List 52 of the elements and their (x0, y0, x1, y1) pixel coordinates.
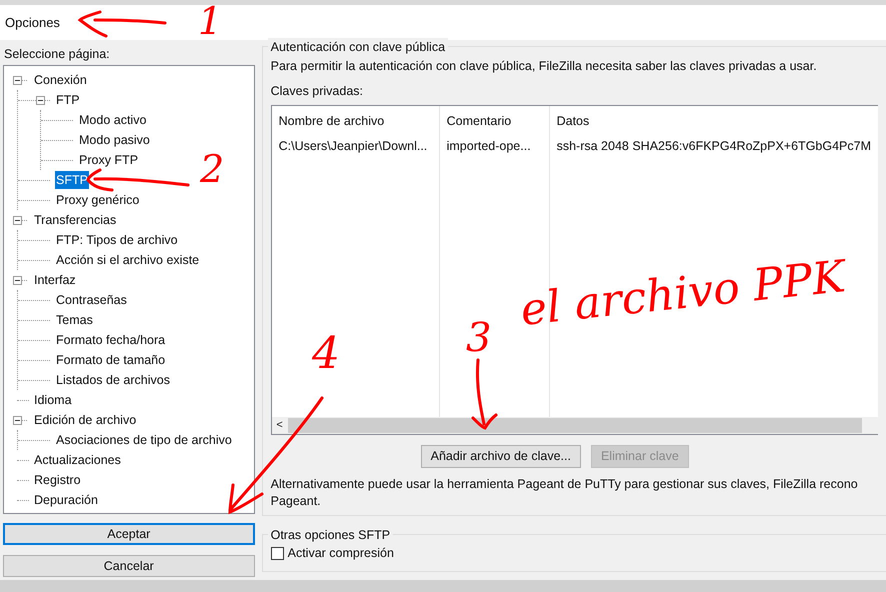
sidebar-label: Seleccione página: (3, 46, 111, 63)
window-title: Opciones (5, 14, 60, 32)
handwritten-note: 2 (200, 150, 224, 188)
checkbox[interactable] (270, 546, 284, 560)
tree-item[interactable]: Actualizaciones (33, 451, 122, 469)
collapse-icon[interactable] (13, 276, 22, 284)
tree-item[interactable]: Edición de archivo (33, 411, 138, 429)
tree-item[interactable]: Depuración (33, 491, 99, 509)
column-header[interactable]: Datos (550, 106, 878, 136)
description-text: Para permitir la autenticación con clave pública, FileZilla necesita saber las claves privadas a usar. (270, 58, 818, 75)
column-header[interactable]: Nombre de archivo (272, 106, 439, 136)
dialog-button[interactable]: Aceptar (3, 523, 255, 545)
tree-item[interactable]: Conexión (33, 71, 88, 89)
tree-item[interactable]: FTP (55, 91, 81, 109)
tree-item[interactable]: Formato fecha/hora (55, 331, 166, 349)
key-button[interactable]: Añadir archivo de clave... (420, 445, 581, 468)
handwritten-note: 1 (198, 2, 222, 40)
scroll-arrow[interactable]: < (272, 417, 288, 434)
tree-item[interactable]: FTP: Tipos de archivo (55, 231, 179, 249)
column-header[interactable]: Comentario (440, 106, 549, 136)
handwritten-note: el archivo PPK (518, 255, 848, 333)
tree-item[interactable]: Idioma (33, 391, 73, 409)
tree-item[interactable]: Formato de tamaño (55, 351, 166, 369)
table-cell-text: imported-ope... (446, 138, 532, 155)
tree-item[interactable]: Interfaz (33, 271, 77, 289)
table-cell-text: ssh-rsa 2048 SHA256:v6FKPG4RoZpPX+6TGbG4Pc7M (556, 138, 872, 155)
horizontal-scrollbar[interactable]: < (272, 417, 878, 434)
tree-item[interactable]: Proxy FTP (78, 151, 140, 169)
hand-drawn-arrow (472, 358, 498, 430)
tree-item[interactable]: Acción si el archivo existe (55, 251, 200, 269)
table-cell-text: C:\Users\Jeanpier\Downl... (278, 138, 428, 155)
list-label: Claves privadas: (270, 83, 364, 100)
collapse-icon[interactable] (13, 76, 22, 84)
tree-item[interactable]: Temas (55, 311, 94, 329)
tree-item[interactable]: Listados de archivos (55, 371, 171, 389)
tree-item[interactable]: Transferencias (33, 211, 118, 229)
collapse-icon[interactable] (36, 96, 45, 104)
tree-item[interactable]: Modo pasivo (78, 131, 151, 149)
collapse-icon[interactable] (13, 416, 22, 424)
tree-item[interactable]: Modo activo (78, 111, 148, 129)
handwritten-note: 4 (312, 332, 340, 376)
tree-item[interactable]: Asociaciones de tipo de archivo (55, 431, 233, 449)
checkbox-label: Activar compresión (288, 545, 394, 562)
dialog-button[interactable]: Cancelar (3, 555, 255, 577)
tree-item[interactable]: Contraseñas (55, 291, 128, 309)
tree-item[interactable]: Registro (33, 471, 82, 489)
tree-item[interactable]: SFTP (55, 171, 89, 189)
handwritten-note: 3 (466, 318, 492, 358)
pageant-note: Alternativamente puede usar la herramienta Pageant de PuTTy para gestionar sus claves, FileZilla recono Pageant. (270, 476, 859, 510)
group-title: Autenticación con clave pública (268, 38, 448, 57)
collapse-icon[interactable] (13, 216, 22, 224)
tree-item[interactable]: Proxy genérico (55, 191, 140, 209)
